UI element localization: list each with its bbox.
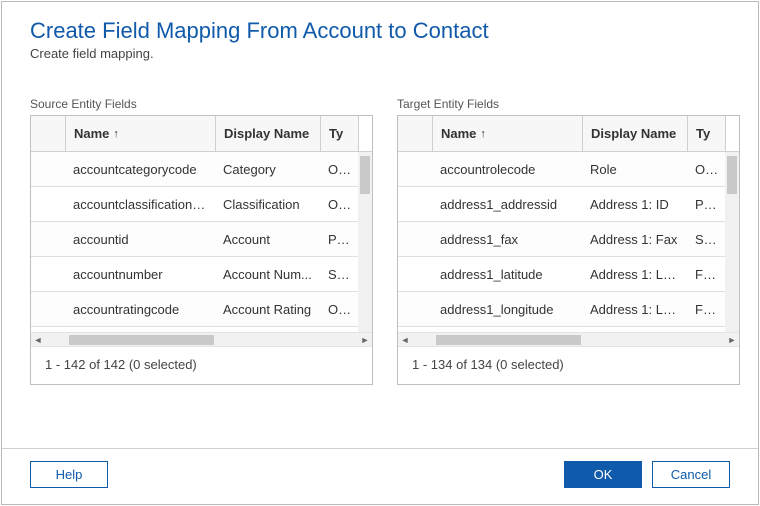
scroll-left-icon[interactable]: ◄	[398, 335, 412, 345]
cell-name: address1_latitude	[432, 267, 582, 282]
sort-asc-icon: ↑	[113, 128, 119, 140]
vertical-scrollbar[interactable]	[725, 152, 739, 332]
cell-name: accountrolecode	[432, 162, 582, 177]
cell-type: Sing	[320, 267, 358, 282]
cell-display: Address 1: La...	[582, 267, 687, 282]
cell-display: Category	[215, 162, 320, 177]
scroll-right-icon[interactable]: ►	[358, 335, 372, 345]
cell-type: Opti	[320, 197, 358, 212]
table-row[interactable]: address1_addressidAddress 1: IDPrim	[398, 187, 739, 222]
cell-display: Role	[582, 162, 687, 177]
cell-display: Account Num...	[215, 267, 320, 282]
horizontal-scroll-thumb[interactable]	[69, 335, 214, 345]
table-row[interactable]: accountcategorycodeCategoryOpti	[31, 152, 372, 187]
dialog-title: Create Field Mapping From Account to Con…	[30, 18, 730, 44]
ok-button[interactable]: OK	[564, 461, 642, 488]
table-row[interactable]: accountidAccountPrim	[31, 222, 372, 257]
column-header-type[interactable]: Ty	[687, 116, 725, 151]
vertical-scrollbar[interactable]	[358, 152, 372, 332]
column-header-name[interactable]: Name ↑	[65, 116, 215, 151]
table-row[interactable]: address1_longitudeAddress 1: Lo...Float	[398, 292, 739, 327]
cell-type: Float	[687, 267, 725, 282]
target-grid-status: 1 - 134 of 134 (0 selected)	[398, 346, 739, 384]
select-all-column[interactable]	[398, 116, 432, 151]
cell-type: Prim	[320, 232, 358, 247]
cell-name: address1_fax	[432, 232, 582, 247]
sort-asc-icon: ↑	[480, 128, 486, 140]
column-header-type[interactable]: Ty	[320, 116, 358, 151]
cell-display: Account	[215, 232, 320, 247]
dialog-footer: Help OK Cancel	[2, 448, 758, 504]
column-header-name-label: Name	[74, 126, 109, 141]
select-all-column[interactable]	[31, 116, 65, 151]
target-panel-label: Target Entity Fields	[397, 97, 740, 111]
column-header-name-label: Name	[441, 126, 476, 141]
table-row[interactable]: accountratingcodeAccount RatingOpti	[31, 292, 372, 327]
dialog-header: Create Field Mapping From Account to Con…	[2, 2, 758, 67]
cell-display: Classification	[215, 197, 320, 212]
cell-display: Account Rating	[215, 302, 320, 317]
scroll-gutter	[725, 116, 739, 151]
scroll-gutter	[358, 116, 372, 151]
table-row[interactable]: accountrolecodeRoleOpti	[398, 152, 739, 187]
scroll-right-icon[interactable]: ►	[725, 335, 739, 345]
target-grid-header: Name ↑ Display Name Ty	[398, 116, 739, 152]
target-grid: Name ↑ Display Name Ty accountrolecodeRo…	[397, 115, 740, 385]
vertical-scroll-thumb[interactable]	[360, 156, 370, 194]
cell-name: accountclassificationc...	[65, 197, 215, 212]
cell-type: Opti	[320, 302, 358, 317]
column-header-name[interactable]: Name ↑	[432, 116, 582, 151]
column-header-display[interactable]: Display Name	[582, 116, 687, 151]
cell-type: Opti	[687, 162, 725, 177]
cancel-button[interactable]: Cancel	[652, 461, 730, 488]
cell-type: Sing	[687, 232, 725, 247]
source-grid-body: accountcategorycodeCategoryOptiaccountcl…	[31, 152, 372, 332]
cell-name: address1_longitude	[432, 302, 582, 317]
cell-display: Address 1: ID	[582, 197, 687, 212]
scroll-left-icon[interactable]: ◄	[31, 335, 45, 345]
cell-type: Float	[687, 302, 725, 317]
source-panel-label: Source Entity Fields	[30, 97, 373, 111]
dialog-window: Create Field Mapping From Account to Con…	[1, 1, 759, 505]
target-panel: Target Entity Fields Name ↑ Display Name…	[397, 97, 740, 385]
table-row[interactable]: accountnumberAccount Num...Sing	[31, 257, 372, 292]
cell-display: Address 1: Lo...	[582, 302, 687, 317]
source-panel: Source Entity Fields Name ↑ Display Name…	[30, 97, 373, 385]
dialog-subtitle: Create field mapping.	[30, 46, 730, 61]
cell-type: Prim	[687, 197, 725, 212]
cell-type: Opti	[320, 162, 358, 177]
horizontal-scrollbar[interactable]: ◄ ►	[31, 332, 372, 346]
source-grid: Name ↑ Display Name Ty accountcategoryco…	[30, 115, 373, 385]
table-row[interactable]: address1_latitudeAddress 1: La...Float	[398, 257, 739, 292]
vertical-scroll-thumb[interactable]	[727, 156, 737, 194]
cell-name: address1_addressid	[432, 197, 582, 212]
help-button[interactable]: Help	[30, 461, 108, 488]
source-grid-status: 1 - 142 of 142 (0 selected)	[31, 346, 372, 384]
cell-display: Address 1: Fax	[582, 232, 687, 247]
cell-name: accountcategorycode	[65, 162, 215, 177]
table-row[interactable]: address1_faxAddress 1: FaxSing	[398, 222, 739, 257]
source-grid-header: Name ↑ Display Name Ty	[31, 116, 372, 152]
column-header-display[interactable]: Display Name	[215, 116, 320, 151]
cell-name: accountnumber	[65, 267, 215, 282]
horizontal-scrollbar[interactable]: ◄ ►	[398, 332, 739, 346]
cell-name: accountid	[65, 232, 215, 247]
dialog-body: Source Entity Fields Name ↑ Display Name…	[2, 67, 758, 395]
cell-name: accountratingcode	[65, 302, 215, 317]
target-grid-body: accountrolecodeRoleOptiaddress1_addressi…	[398, 152, 739, 332]
horizontal-scroll-thumb[interactable]	[436, 335, 581, 345]
table-row[interactable]: accountclassificationc...ClassificationO…	[31, 187, 372, 222]
